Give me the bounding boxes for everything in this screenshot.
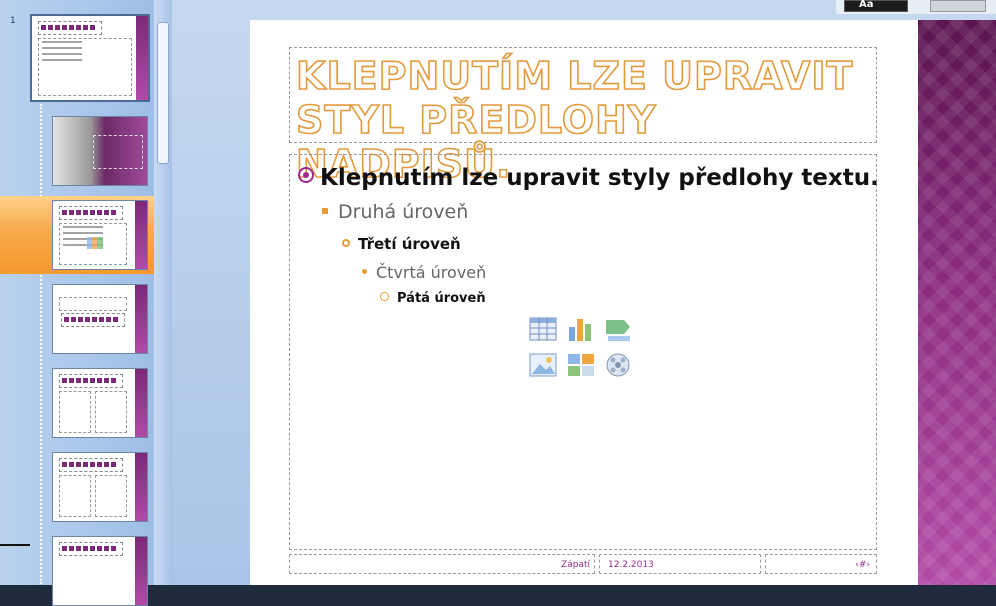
- text-level-4: Čtvrtá úroveň: [362, 263, 486, 282]
- text-level-1: Klepnutím lze upravit styly předlohy tex…: [298, 165, 879, 191]
- thumbnail-layout-section-header[interactable]: [52, 284, 148, 354]
- thumbnail-layout-title[interactable]: [52, 116, 148, 186]
- thumbnail-title-box: [59, 458, 123, 472]
- text-level-1-label: Klepnutím lze upravit styly předlohy tex…: [320, 165, 879, 191]
- bullet-icon: [298, 167, 314, 183]
- footer-text: Zápatí: [561, 560, 590, 570]
- thumbnail-body-box: [59, 297, 127, 311]
- thumbnail-column: [59, 391, 91, 433]
- content-placeholder[interactable]: Klepnutím lze upravit styly předlohy tex…: [289, 154, 879, 550]
- thumbnail-decoration: [135, 285, 147, 353]
- slide-number-label: 1: [10, 16, 16, 26]
- edge-line: [0, 544, 30, 546]
- thumbnail-text-lines: [42, 41, 82, 61]
- slide-thumbnails-pane[interactable]: 1: [0, 0, 160, 606]
- footer-placeholder[interactable]: Zápatí: [289, 554, 595, 574]
- insert-media-icon[interactable]: [604, 351, 634, 379]
- bullet-icon: [362, 269, 367, 274]
- thumbnail-column: [95, 391, 127, 433]
- footer-slide-number: ‹#›: [855, 560, 870, 570]
- thumbnail-layout-title-content[interactable]: [52, 200, 148, 270]
- thumbnail-layout-two-content[interactable]: [52, 368, 148, 438]
- insert-clipart-icon[interactable]: [566, 351, 596, 379]
- thumbnail-layout-comparison[interactable]: [52, 452, 148, 522]
- thumbnail-column: [95, 475, 127, 517]
- insert-content-icons: [528, 315, 648, 389]
- thumbnail-decoration: [136, 16, 148, 100]
- date-placeholder[interactable]: 12.2.2013: [599, 554, 761, 574]
- text-level-2-label: Druhá úroveň: [338, 201, 469, 223]
- thumbnail-title-box: [38, 21, 102, 35]
- insert-table-icon[interactable]: [528, 315, 558, 343]
- text-level-5: Pátá úroveň: [380, 291, 486, 306]
- thumbnail-decoration: [135, 453, 147, 521]
- thumbnail-pane-scrollbar[interactable]: [154, 0, 172, 585]
- thumbnail-decoration: [135, 201, 147, 269]
- text-level-3-label: Třetí úroveň: [358, 235, 461, 253]
- slide-canvas[interactable]: Klepnutím lze upravit styl předlohy nadp…: [250, 20, 996, 585]
- insert-picture-icon[interactable]: [528, 351, 558, 379]
- theme-style-button-alt[interactable]: [930, 0, 986, 12]
- thumbnail-slide-master[interactable]: [30, 14, 150, 102]
- thumbnail-body-box: [93, 135, 143, 169]
- bullet-icon: [322, 208, 328, 214]
- thumbnail-decoration: [135, 369, 147, 437]
- theme-style-label: Aa: [859, 0, 874, 10]
- thumbnail-connector-rail: [40, 104, 42, 584]
- thumbnail-column: [59, 475, 91, 517]
- ribbon-theme-gallery[interactable]: Aa: [836, 0, 996, 14]
- text-level-3: Třetí úroveň: [342, 235, 461, 253]
- thumbnail-title-box: [61, 313, 125, 327]
- slide-number-placeholder[interactable]: ‹#›: [765, 554, 877, 574]
- thumbnail-title-box: [59, 374, 123, 388]
- text-level-2: Druhá úroveň: [322, 201, 468, 223]
- thumbnail-title-box: [59, 542, 123, 556]
- bullet-icon: [380, 292, 389, 301]
- slide-background-decoration: [918, 20, 996, 585]
- bullet-icon: [342, 239, 350, 247]
- footer-date: 12.2.2013: [608, 560, 654, 570]
- text-level-4-label: Čtvrtá úroveň: [376, 263, 487, 282]
- theme-style-button[interactable]: Aa: [844, 0, 908, 12]
- thumbnail-decoration: [135, 537, 147, 605]
- insert-smartart-icon[interactable]: [604, 315, 634, 343]
- text-level-5-label: Pátá úroveň: [397, 291, 486, 306]
- thumbnail-content-icons: [87, 237, 103, 249]
- insert-chart-icon[interactable]: [566, 315, 596, 343]
- scrollbar-thumb[interactable]: [157, 22, 169, 164]
- thumbnail-layout-title-only[interactable]: [52, 536, 148, 606]
- title-placeholder[interactable]: Klepnutím lze upravit styl předlohy nadp…: [289, 47, 877, 187]
- thumbnail-title-box: [59, 206, 123, 220]
